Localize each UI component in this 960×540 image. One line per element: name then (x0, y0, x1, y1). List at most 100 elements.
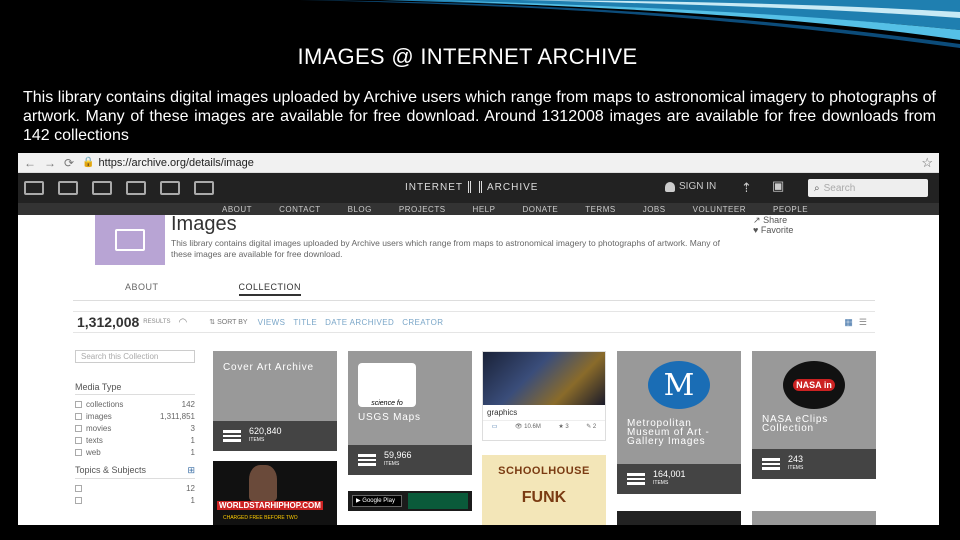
tile-graphics[interactable]: graphics ▭ 👁 10.6M ★ 3 ✎ 2 (482, 351, 606, 441)
facet-row[interactable]: web 1 (75, 446, 195, 458)
tile-cover-art-archive[interactable]: Cover Art Archive 620,840 ITEMS (213, 351, 337, 451)
tile-schoolhouse-funk[interactable]: SCHOOLHOUSE FUNK (482, 455, 606, 525)
collection-thumbnail (95, 215, 165, 265)
tile-usgs-maps[interactable]: science fo USGS Maps 59,966 ITEMS (348, 351, 472, 475)
forward-icon[interactable]: → (44, 156, 56, 170)
topics-heading: Topics & Subjects ⊞ (75, 465, 195, 479)
worldstar-photo (249, 465, 277, 501)
facet-row[interactable]: movies 3 (75, 422, 195, 434)
columns-icon (468, 181, 482, 193)
bookmark-star-icon[interactable]: ☆ (921, 155, 933, 171)
facet-row[interactable]: 12 (75, 482, 195, 494)
share-favorite: ↗ Share ♥ Favorite (753, 215, 793, 235)
collection-description: This library contains digital images upl… (171, 238, 720, 259)
collection-search-input[interactable]: Search this Collection (75, 350, 195, 363)
subnav-terms[interactable]: TERMS (585, 205, 616, 214)
tile-partial[interactable] (617, 511, 741, 525)
subnav-help[interactable]: HELP (473, 205, 496, 214)
tile-title: Metropolitan Museum of Art - Gallery Ima… (627, 418, 710, 447)
texts-icon[interactable] (58, 181, 78, 195)
web-icon[interactable] (24, 181, 44, 195)
search-placeholder: Search (823, 182, 856, 194)
rss-icon[interactable]: ◠ (179, 317, 188, 328)
item-unit: ITEMS (384, 461, 400, 467)
reload-icon[interactable]: ⟳ (64, 156, 74, 170)
item-unit: ITEMS (249, 437, 265, 443)
search-input[interactable]: ⌕ Search (808, 179, 928, 197)
tile-title: NASA eClips Collection (762, 414, 829, 434)
back-icon[interactable]: ← (24, 156, 36, 170)
image-icon[interactable] (194, 181, 214, 195)
facet-label: web (86, 447, 101, 457)
video-icon[interactable] (92, 181, 112, 195)
collection-list-icon (358, 454, 376, 466)
tile-google-play[interactable]: ▶ Google Play (348, 491, 472, 511)
favorite-link[interactable]: ♥ Favorite (753, 225, 793, 235)
archive-logo[interactable]: INTERNET ARCHIVE (405, 181, 538, 193)
item-count: 243 (788, 454, 804, 464)
gift-icon[interactable]: ▣ (772, 178, 784, 194)
collection-header: Images This library contains digital ima… (18, 213, 939, 320)
sort-title[interactable]: TITLE (293, 318, 317, 327)
facet-label: texts (86, 435, 103, 445)
subnav-donate[interactable]: DONATE (522, 205, 558, 214)
user-icon (665, 181, 675, 192)
favs-stat: ★ 3 (558, 424, 569, 430)
tile-view-icon[interactable]: ▦ (844, 317, 853, 328)
address-bar[interactable]: 🔒 https://archive.org/details/image (82, 157, 254, 169)
list-view-icon[interactable]: ☰ (859, 317, 867, 328)
facet-label: collections (86, 399, 124, 409)
checkbox[interactable] (75, 412, 82, 420)
upload-icon[interactable]: ⇡ (741, 180, 752, 196)
facet-row[interactable]: collections 142 (75, 398, 195, 410)
sort-views[interactable]: VIEWS (258, 318, 286, 327)
share-link[interactable]: ↗ Share (753, 215, 793, 225)
google-play-label: Google Play (362, 498, 395, 504)
subnav-projects[interactable]: PROJECTS (399, 205, 446, 214)
subnav-contact[interactable]: CONTACT (279, 205, 321, 214)
subnav-blog[interactable]: BLOG (348, 205, 372, 214)
tab-about[interactable]: ABOUT (125, 282, 159, 296)
checkbox[interactable] (75, 484, 82, 492)
facet-row[interactable]: texts 1 (75, 434, 195, 446)
facet-row[interactable]: images 1,311,851 (75, 410, 195, 422)
subnav-jobs[interactable]: JOBS (643, 205, 666, 214)
checkbox[interactable] (75, 448, 82, 456)
collection-tabs: ABOUT COLLECTION (125, 282, 302, 296)
views-stat: 👁 10.6M (514, 424, 541, 430)
tile-worldstar[interactable]: WORLDSTARHIPHOP.COM CHARGED FREE BEFORE … (213, 461, 337, 525)
collection-list-icon (762, 458, 780, 470)
share-icon: ↗ (753, 215, 761, 225)
url-text: https://archive.org/details/image (98, 156, 254, 169)
checkbox[interactable] (75, 496, 82, 504)
tile-title: USGS Maps (358, 412, 421, 423)
facet-label: movies (86, 423, 112, 433)
facet-count: 1,311,851 (160, 411, 195, 421)
sort-bar: 1,312,008 RESULTS ◠ ⇅ SORT BY VIEWS TITL… (73, 311, 875, 333)
software-icon[interactable] (160, 181, 180, 195)
slide-body: This library contains digital images upl… (23, 89, 936, 144)
tile-nasa-eclips[interactable]: NASA in NASA eClips Collection 243 ITEMS (752, 351, 876, 479)
subnav-people[interactable]: PEOPLE (773, 205, 808, 214)
nasa-logo: NASA in (783, 361, 845, 409)
tab-collection[interactable]: COLLECTION (238, 282, 302, 296)
subnav-volunteer[interactable]: VOLUNTEER (693, 205, 746, 214)
sign-in-link[interactable]: SIGN IN (665, 181, 716, 192)
facet-count: 142 (181, 399, 195, 409)
checkbox[interactable] (75, 400, 82, 408)
sort-creator[interactable]: CREATOR (402, 318, 443, 327)
image-type-icon: ▭ (491, 424, 498, 430)
checkbox[interactable] (75, 424, 82, 432)
facet-sidebar: Search this Collection Media Type collec… (75, 350, 195, 506)
sort-date-archived[interactable]: DATE ARCHIVED (325, 318, 394, 327)
collection-list-icon (223, 430, 241, 442)
tile-metropolitan-museum[interactable]: M Metropolitan Museum of Art - Gallery I… (617, 351, 741, 494)
sign-in-label: SIGN IN (679, 181, 717, 192)
brand-right: ARCHIVE (487, 181, 539, 193)
audio-icon[interactable] (126, 181, 146, 195)
expand-icon[interactable]: ⊞ (187, 465, 195, 476)
checkbox[interactable] (75, 436, 82, 444)
tile-partial[interactable] (752, 511, 876, 525)
item-count: 620,840 (249, 426, 282, 436)
facet-row[interactable]: 1 (75, 494, 195, 506)
